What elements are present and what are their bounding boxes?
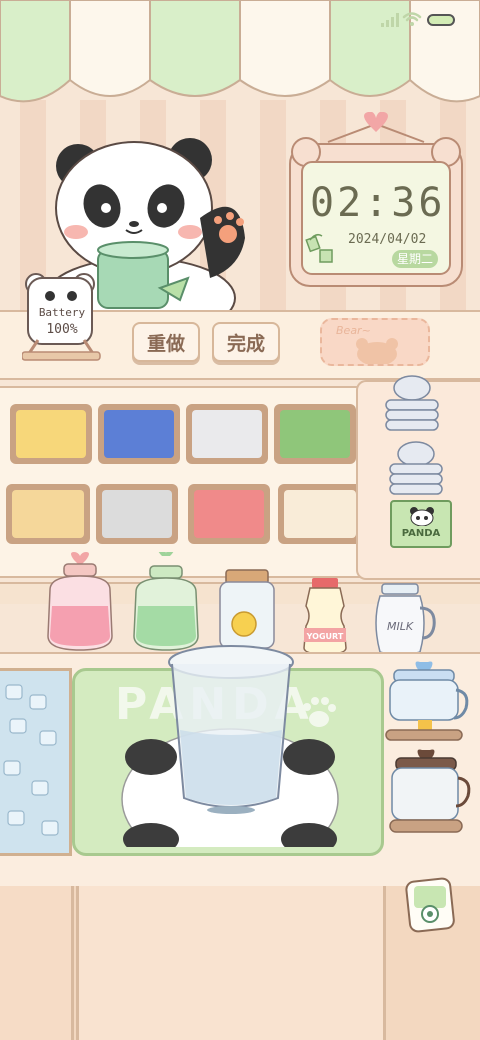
bear-tray[interactable]: Bear~ [320,318,430,366]
cabinet-door-center [76,886,386,1040]
jar-mint-syrup[interactable] [128,552,204,652]
paw-print-icon [303,697,336,727]
camera-icon[interactable] [404,874,456,934]
tray-panda-mochi[interactable] [96,484,178,544]
redo-button[interactable]: 重做 [132,322,200,362]
yogurt-bottle[interactable]: YOGURT [298,576,352,656]
battery-widget[interactable]: Battery 100% [22,270,102,364]
panda-book-label: PANDA [401,528,441,539]
ice-box[interactable] [0,668,72,856]
bamboo-icon [304,230,344,270]
tray-strawberry[interactable] [188,484,270,544]
signal-bars-icon [380,12,400,28]
milk-label: MILK [386,620,414,633]
jar-strawberry-syrup[interactable] [40,550,120,654]
stacked-cups-bottom[interactable] [386,440,446,496]
panda-face-icon [410,507,434,526]
wifi-icon [402,11,422,27]
game-screen: 02:36 2024/04/02 星期二 Battery 100% 重做 完成 … [0,0,480,1040]
tray-coconut[interactable] [186,404,268,464]
clock-time: 02:36 [310,180,446,226]
battery-icon [427,14,455,26]
ice-cubes-icon [3,684,59,836]
battery-value: 100% [46,322,78,337]
water-dispenser-brown[interactable] [386,748,472,838]
water-dispenser-blue[interactable] [384,660,470,746]
tray-cream[interactable] [278,484,362,544]
bear-face-icon [356,338,398,364]
clock-widget[interactable]: 02:36 2024/04/02 星期二 [288,112,464,288]
tray-mango[interactable] [10,404,92,464]
battery-label: Battery [38,306,86,319]
clock-date: 2024/04/02 [348,232,427,247]
done-button[interactable]: 完成 [212,322,280,362]
yogurt-bottle-shape [303,578,347,655]
tray-blueberry[interactable] [98,404,180,464]
tray-pudding[interactable] [6,484,90,544]
panda-book[interactable]: PANDA [390,500,452,548]
milk-jug[interactable]: MILK [372,582,440,658]
stacked-cups-top[interactable] [380,372,444,436]
empty-cup[interactable] [164,640,298,816]
yogurt-label: YOGURT [306,632,344,641]
clock-weekday: 星期二 [392,250,438,268]
cabinet-door-left [0,886,74,1040]
tray-green-pearls[interactable] [274,404,356,464]
